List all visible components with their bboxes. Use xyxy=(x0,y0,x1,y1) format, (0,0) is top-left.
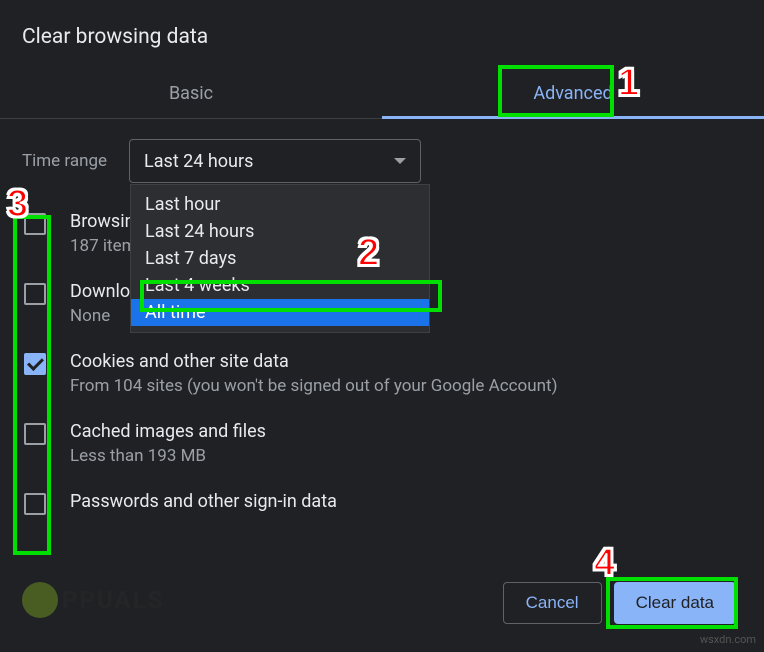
item-title: Passwords and other sign-in data xyxy=(70,491,337,512)
item-passwords[interactable]: Passwords and other sign-in data xyxy=(22,491,742,516)
content-area: Time range Last 24 hours Last hour Last … xyxy=(0,119,764,544)
item-sub: Less than 193 MB xyxy=(70,446,266,466)
option-last-24-hours[interactable]: Last 24 hours xyxy=(131,218,429,245)
option-last-7-days[interactable]: Last 7 days xyxy=(131,245,429,272)
dialog-title: Clear browsing data xyxy=(0,0,764,69)
checkbox-download-history[interactable] xyxy=(24,283,46,305)
time-range-label: Time range xyxy=(22,151,107,171)
item-text: Cookies and other site data From 104 sit… xyxy=(70,351,558,396)
tabs-container: Basic Advanced xyxy=(0,69,764,119)
item-sub: From 104 sites (you won't be signed out … xyxy=(70,376,558,396)
item-text: Cached images and files Less than 193 MB xyxy=(70,421,266,466)
checkbox-passwords[interactable] xyxy=(24,493,46,515)
time-range-row: Time range Last 24 hours Last hour Last … xyxy=(22,139,742,183)
option-last-4-weeks[interactable]: Last 4 weeks xyxy=(131,272,429,299)
watermark-logo: PPUALS xyxy=(22,582,164,618)
watermark-corner: wsxdn.com xyxy=(700,633,756,646)
time-range-dropdown: Last hour Last 24 hours Last 7 days Last… xyxy=(130,184,430,333)
checkbox-cached[interactable] xyxy=(24,423,46,445)
checkbox-browsing-history[interactable] xyxy=(24,213,46,235)
time-range-selected: Last 24 hours xyxy=(144,151,253,172)
tab-basic[interactable]: Basic xyxy=(0,69,382,118)
chevron-down-icon xyxy=(394,158,406,164)
checkbox-cookies[interactable] xyxy=(24,353,46,375)
option-last-hour[interactable]: Last hour xyxy=(131,191,429,218)
tab-advanced[interactable]: Advanced xyxy=(382,69,764,118)
time-range-select[interactable]: Last 24 hours Last hour Last 24 hours La… xyxy=(129,139,421,183)
clear-data-button[interactable]: Clear data xyxy=(614,582,736,624)
item-text: Passwords and other sign-in data xyxy=(70,491,337,516)
cancel-button[interactable]: Cancel xyxy=(503,582,602,624)
watermark-text: PPUALS xyxy=(62,586,164,614)
item-cookies[interactable]: Cookies and other site data From 104 sit… xyxy=(22,351,742,396)
clear-browsing-data-dialog: Clear browsing data Basic Advanced Time … xyxy=(0,0,764,652)
item-title: Cookies and other site data xyxy=(70,351,558,372)
watermark-icon xyxy=(22,582,58,618)
item-cached[interactable]: Cached images and files Less than 193 MB xyxy=(22,421,742,466)
option-all-time[interactable]: All time xyxy=(131,299,429,326)
item-title: Cached images and files xyxy=(70,421,266,442)
scroll-container[interactable]: Time range Last 24 hours Last hour Last … xyxy=(0,119,764,544)
